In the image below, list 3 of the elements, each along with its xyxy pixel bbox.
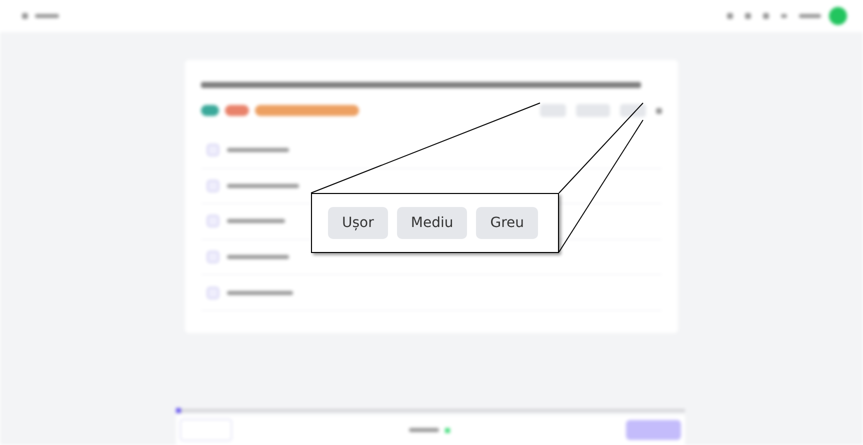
difficulty-button[interactable]: Mediu [396,207,468,239]
difficulty-button[interactable]: Greu [476,207,538,239]
difficulty-button[interactable]: Ușor [328,207,388,239]
